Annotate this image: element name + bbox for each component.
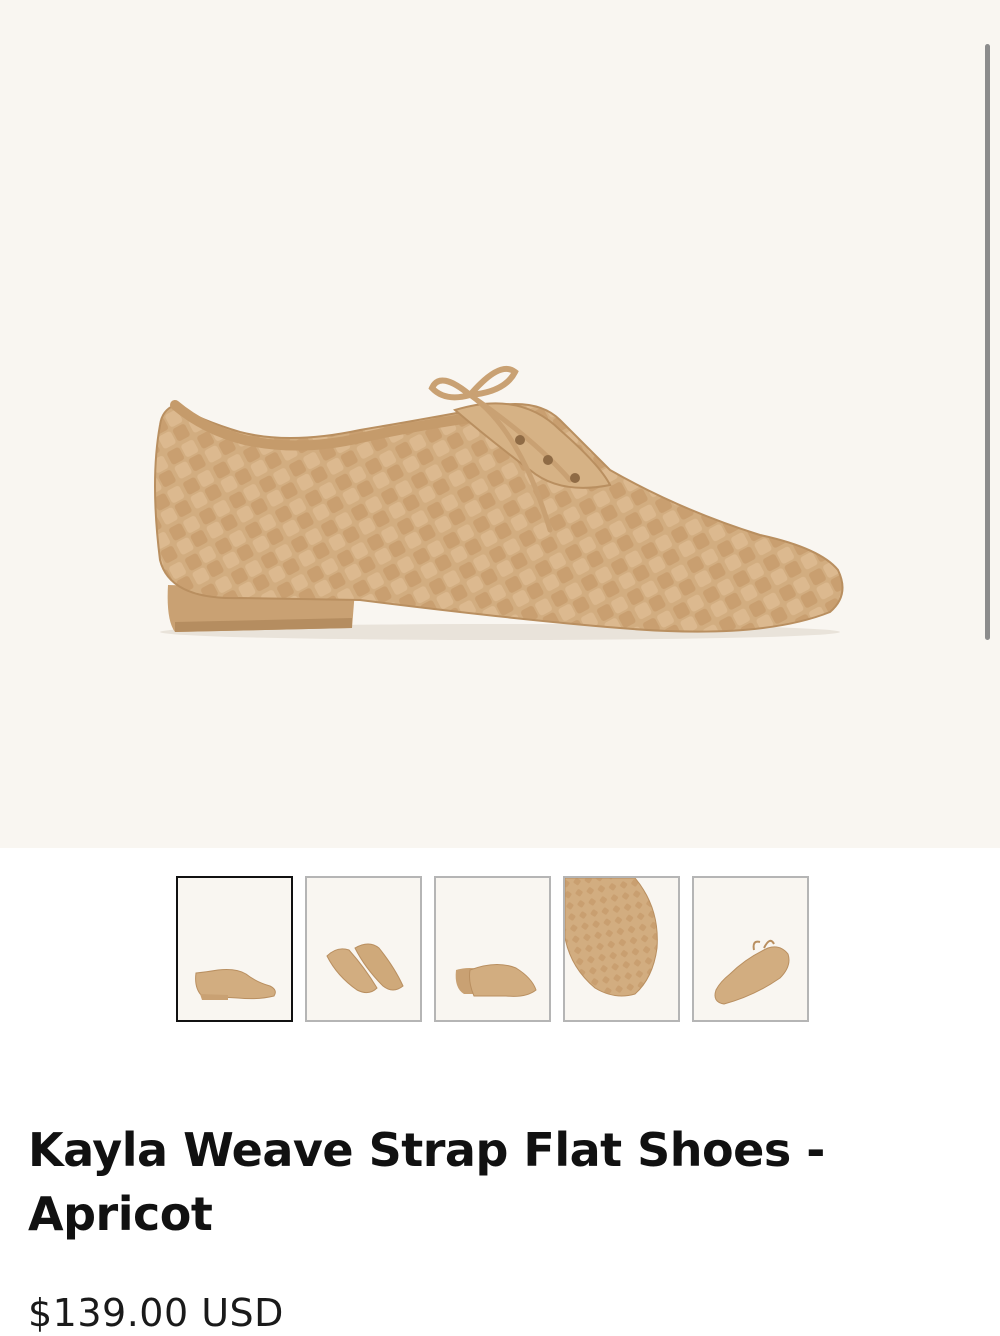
product-title-line-2: Apricot — [28, 1187, 213, 1241]
thumbnail-close-up-top-view[interactable] — [563, 876, 680, 1022]
product-title: Kayla Weave Strap Flat Shoes - Apricot — [28, 1118, 928, 1246]
product-price: $139.00 USD — [28, 1291, 284, 1335]
shoe-closeup-thumbnail-icon — [565, 878, 658, 997]
product-title-line-1: Kayla Weave Strap Flat Shoes - — [28, 1123, 825, 1177]
shoe-illustration — [154, 365, 844, 640]
thumbnail-angled-view[interactable] — [692, 876, 809, 1022]
shoe-pair-thumbnail-icon — [326, 943, 404, 994]
thumbnail-gallery — [176, 876, 809, 1022]
thumbnail-side-view[interactable] — [176, 876, 293, 1022]
product-main-image[interactable] — [0, 0, 1000, 848]
thumbnail-pair-front-view[interactable] — [305, 876, 422, 1022]
shoe-angled-thumbnail-icon — [714, 939, 790, 1005]
thumbnail-pair-back-view[interactable] — [434, 876, 551, 1022]
scrollbar[interactable] — [985, 44, 990, 640]
shoe-pair-back-thumbnail-icon — [455, 964, 537, 997]
shoe-thumbnail-icon — [195, 969, 276, 1000]
